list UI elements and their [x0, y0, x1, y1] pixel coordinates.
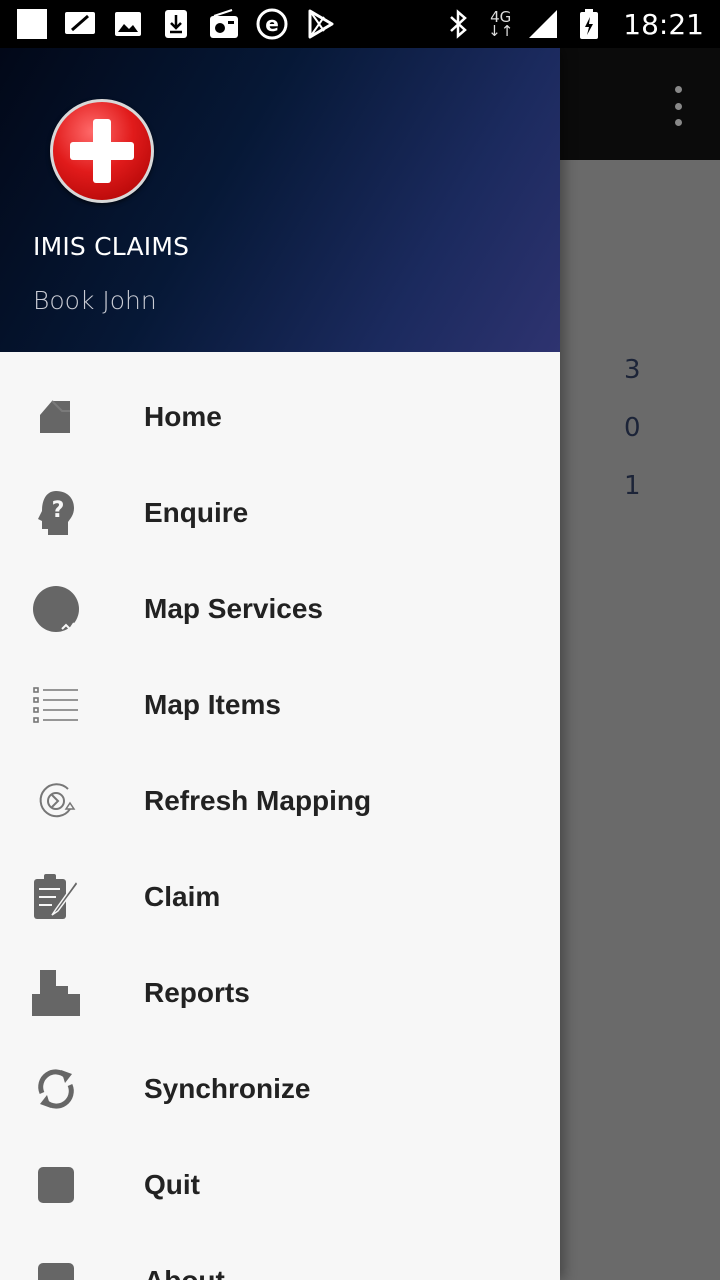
- home-icon: [32, 393, 80, 441]
- download-icon: [160, 8, 192, 40]
- menu-item-about[interactable]: About: [0, 1233, 560, 1280]
- menu-item-label: Enquire: [144, 497, 249, 528]
- menu-item-label: Claim: [144, 881, 221, 912]
- user-name: Book John: [33, 286, 157, 315]
- map-services-icon: [32, 585, 80, 633]
- claim-icon: [32, 873, 80, 921]
- app-name: IMIS CLAIMS: [33, 232, 190, 261]
- menu-item-synchronize[interactable]: Synchronize: [0, 1041, 560, 1137]
- menu-item-label: Map Items: [144, 689, 281, 720]
- enquire-icon: ?: [32, 489, 80, 537]
- menu-item-quit[interactable]: Quit: [0, 1137, 560, 1233]
- network-type: 4G ↓↑: [488, 8, 514, 40]
- overflow-menu-icon[interactable]: [666, 86, 690, 126]
- menu-item-map-items[interactable]: Map Items: [0, 657, 560, 753]
- menu-item-label: Synchronize: [144, 1073, 311, 1104]
- signal-icon: [527, 8, 559, 40]
- drawer-header: IMIS CLAIMS Book John: [0, 48, 560, 352]
- screen-icon: [64, 8, 96, 40]
- image-icon: [112, 8, 144, 40]
- menu-item-label: Home: [144, 401, 222, 432]
- radio-icon: [208, 8, 240, 40]
- status-bar: e 4G ↓↑ 18:21: [0, 0, 720, 48]
- play-store-icon: [304, 8, 336, 40]
- svg-text:?: ?: [52, 498, 65, 523]
- refresh-mapping-icon: [32, 777, 80, 825]
- menu-item-label: Map Services: [144, 593, 323, 624]
- count-value: 0: [624, 413, 641, 443]
- app-logo: [50, 99, 154, 203]
- menu-item-label: Reports: [144, 977, 250, 1008]
- menu-item-enquire[interactable]: ? Enquire: [0, 465, 560, 561]
- list-icon: [32, 681, 80, 729]
- menu-item-reports[interactable]: Reports: [0, 945, 560, 1041]
- blank-square-icon: [16, 8, 48, 40]
- about-icon: [32, 1257, 80, 1280]
- navigation-drawer: IMIS CLAIMS Book John Home ? Enquire Map…: [0, 48, 560, 1280]
- bluetooth-icon: [442, 8, 474, 40]
- count-value: 3: [624, 355, 641, 385]
- battery-icon: [573, 8, 605, 40]
- menu-item-label: Quit: [144, 1169, 200, 1200]
- menu-item-claim[interactable]: Claim: [0, 849, 560, 945]
- clock: 18:21: [623, 7, 704, 41]
- drawer-menu: Home ? Enquire Map Services Map Items Re…: [0, 369, 560, 1280]
- menu-item-map-services[interactable]: Map Services: [0, 561, 560, 657]
- menu-item-home[interactable]: Home: [0, 369, 560, 465]
- menu-item-label: About: [144, 1233, 225, 1280]
- menu-item-refresh-mapping[interactable]: Refresh Mapping: [0, 753, 560, 849]
- quit-icon: [32, 1161, 80, 1209]
- count-value: 1: [624, 471, 641, 501]
- menu-item-label: Refresh Mapping: [144, 785, 372, 816]
- sync-icon: [32, 1065, 80, 1113]
- reports-icon: [32, 969, 80, 1017]
- e-app-icon: e: [256, 8, 288, 40]
- svg-text:e: e: [265, 12, 279, 36]
